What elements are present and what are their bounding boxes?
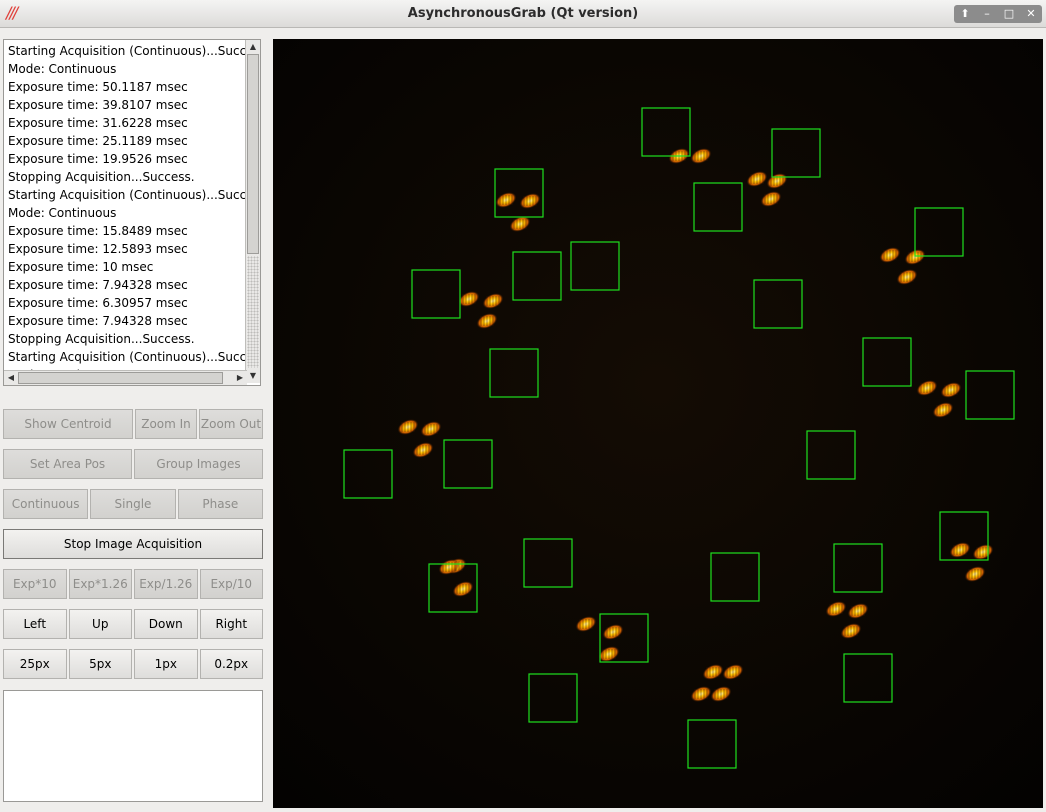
- notes-text-area[interactable]: [3, 690, 263, 802]
- exp-times-1-26-button[interactable]: Exp*1.26: [68, 569, 132, 599]
- log-horizontal-scrollbar[interactable]: ◀ ▶: [4, 370, 247, 385]
- minimize-icon[interactable]: –: [976, 5, 998, 23]
- continuous-button[interactable]: Continuous: [3, 489, 89, 519]
- step-0-2px-button[interactable]: 0.2px: [199, 649, 263, 679]
- camera-image: [273, 39, 1043, 808]
- keep-above-icon[interactable]: ⬆: [954, 5, 976, 23]
- window-title: AsynchronousGrab (Qt version): [407, 6, 639, 21]
- log-line: Exposure time: 15.8489 msec: [8, 224, 188, 238]
- exp-times-10-button[interactable]: Exp*10: [3, 569, 67, 599]
- log-list[interactable]: Starting Acquisition (Continuous)...Succ…: [3, 39, 261, 386]
- step-25px-button[interactable]: 25px: [3, 649, 67, 679]
- exp-div-10-button[interactable]: Exp/10: [199, 569, 263, 599]
- log-horizontal-scroll-thumb[interactable]: [18, 372, 223, 384]
- group-images-button[interactable]: Group Images: [134, 449, 263, 479]
- log-vertical-scrollbar[interactable]: ▲ ▼: [245, 40, 260, 383]
- scroll-left-arrow-icon[interactable]: ◀: [4, 371, 18, 385]
- scroll-down-arrow-icon[interactable]: ▼: [246, 369, 260, 383]
- phase-button[interactable]: Phase: [177, 489, 263, 519]
- log-line: Exposure time: 50.1187 msec: [8, 80, 188, 94]
- move-down-button[interactable]: Down: [134, 609, 198, 639]
- log-line: Stopping Acquisition...Success.: [8, 332, 195, 346]
- move-left-button[interactable]: Left: [3, 609, 67, 639]
- exp-div-1-26-button[interactable]: Exp/1.26: [134, 569, 198, 599]
- stop-image-acquisition-button[interactable]: Stop Image Acquisition: [3, 529, 263, 559]
- log-vertical-scroll-thumb[interactable]: [247, 54, 259, 254]
- step-5px-button[interactable]: 5px: [68, 649, 132, 679]
- log-line: Mode: Continuous: [8, 206, 117, 220]
- show-centroid-button[interactable]: Show Centroid: [3, 409, 133, 439]
- log-line: Starting Acquisition (Continuous)...Succ…: [8, 188, 248, 202]
- log-line: Exposure time: 39.8107 msec: [8, 98, 188, 112]
- zoom-in-button[interactable]: Zoom In: [135, 409, 197, 439]
- log-line: Exposure time: 25.1189 msec: [8, 134, 188, 148]
- title-bar: /// AsynchronousGrab (Qt version) ⬆ – □ …: [0, 0, 1046, 28]
- scroll-up-arrow-icon[interactable]: ▲: [246, 40, 260, 54]
- log-line: Exposure time: 7.94328 msec: [8, 314, 188, 328]
- log-line: Exposure time: 6.30957 msec: [8, 296, 188, 310]
- move-up-button[interactable]: Up: [68, 609, 132, 639]
- log-line: Exposure time: 10 msec: [8, 260, 154, 274]
- camera-image-view[interactable]: [273, 39, 1043, 808]
- exposure-buttons-row: Exp*10 Exp*1.26 Exp/1.26 Exp/10: [3, 569, 263, 599]
- area-buttons-row: Set Area Pos Group Images: [3, 449, 263, 479]
- log-line: Stopping Acquisition...Success.: [8, 170, 195, 184]
- move-buttons-row: Left Up Down Right: [3, 609, 263, 639]
- log-line: Exposure time: 7.94328 msec: [8, 278, 188, 292]
- log-line: Starting Acquisition (Continuous)...Succ…: [8, 44, 248, 58]
- acquisition-row: Stop Image Acquisition: [3, 529, 263, 559]
- zoom-out-button[interactable]: Zoom Out: [199, 409, 263, 439]
- view-buttons-row: Show Centroid Zoom In Zoom Out: [3, 409, 263, 439]
- scroll-track[interactable]: [247, 256, 259, 368]
- mode-buttons-row: Continuous Single Phase: [3, 489, 263, 519]
- step-buttons-row: 25px 5px 1px 0.2px: [3, 649, 263, 679]
- log-lines: Starting Acquisition (Continuous)...Succ…: [8, 42, 248, 384]
- log-line: Exposure time: 31.6228 msec: [8, 116, 188, 130]
- log-line: Exposure time: 12.5893 msec: [8, 242, 188, 256]
- log-line: Exposure time: 19.9526 msec: [8, 152, 188, 166]
- log-line: Starting Acquisition (Continuous)...Succ…: [8, 350, 248, 364]
- step-1px-button[interactable]: 1px: [134, 649, 198, 679]
- maximize-icon[interactable]: □: [998, 5, 1020, 23]
- single-button[interactable]: Single: [90, 489, 176, 519]
- set-area-pos-button[interactable]: Set Area Pos: [3, 449, 132, 479]
- move-right-button[interactable]: Right: [199, 609, 263, 639]
- log-line: Mode: Continuous: [8, 62, 117, 76]
- close-icon[interactable]: ✕: [1020, 5, 1042, 23]
- control-panel: Starting Acquisition (Continuous)...Succ…: [0, 28, 270, 812]
- scroll-right-arrow-icon[interactable]: ▶: [233, 371, 247, 385]
- window-controls: ⬆ – □ ✕: [954, 5, 1042, 23]
